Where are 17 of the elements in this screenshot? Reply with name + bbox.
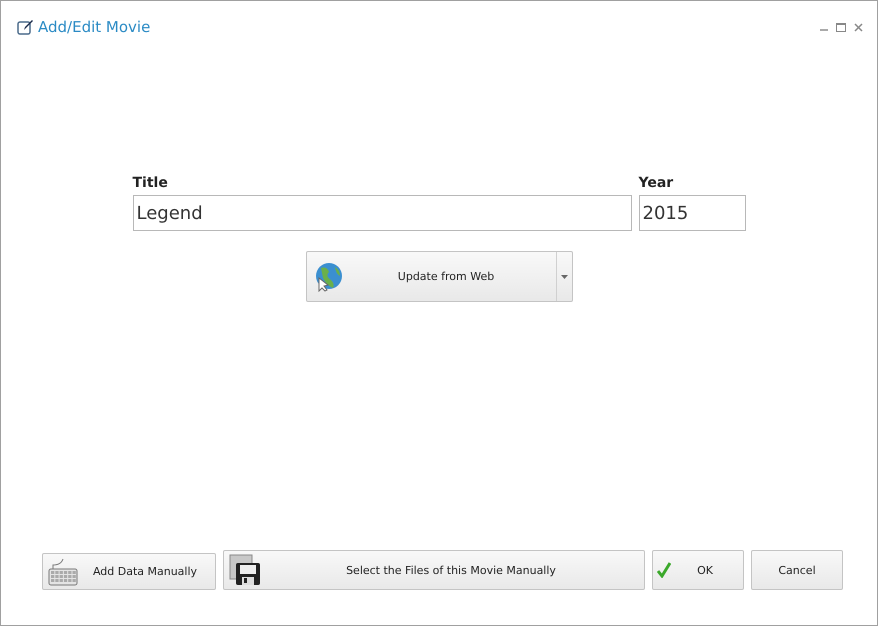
field-label: Year [638, 175, 674, 191]
ok-button[interactable]: OK [652, 550, 744, 590]
edit-icon [17, 18, 34, 36]
cancel-button[interactable]: Cancel [751, 550, 843, 590]
checkmark-icon [657, 562, 671, 578]
keyboard-icon [47, 556, 79, 586]
field-label: Title [132, 175, 169, 191]
close-icon [854, 22, 863, 32]
title-field[interactable]: Legend [132, 195, 632, 231]
action-button[interactable]: Select the Files of this Movie Manually [223, 550, 645, 590]
caret-icon [560, 274, 568, 278]
split-button[interactable]: Update from Web [306, 251, 572, 302]
year-field[interactable]: 2015 [638, 195, 746, 231]
window-title: Add/Edit Movie [38, 18, 152, 36]
action-button[interactable]: Add Data Manually [42, 553, 216, 590]
maximize-icon [836, 22, 846, 32]
floppy-disk-icon [228, 553, 262, 587]
